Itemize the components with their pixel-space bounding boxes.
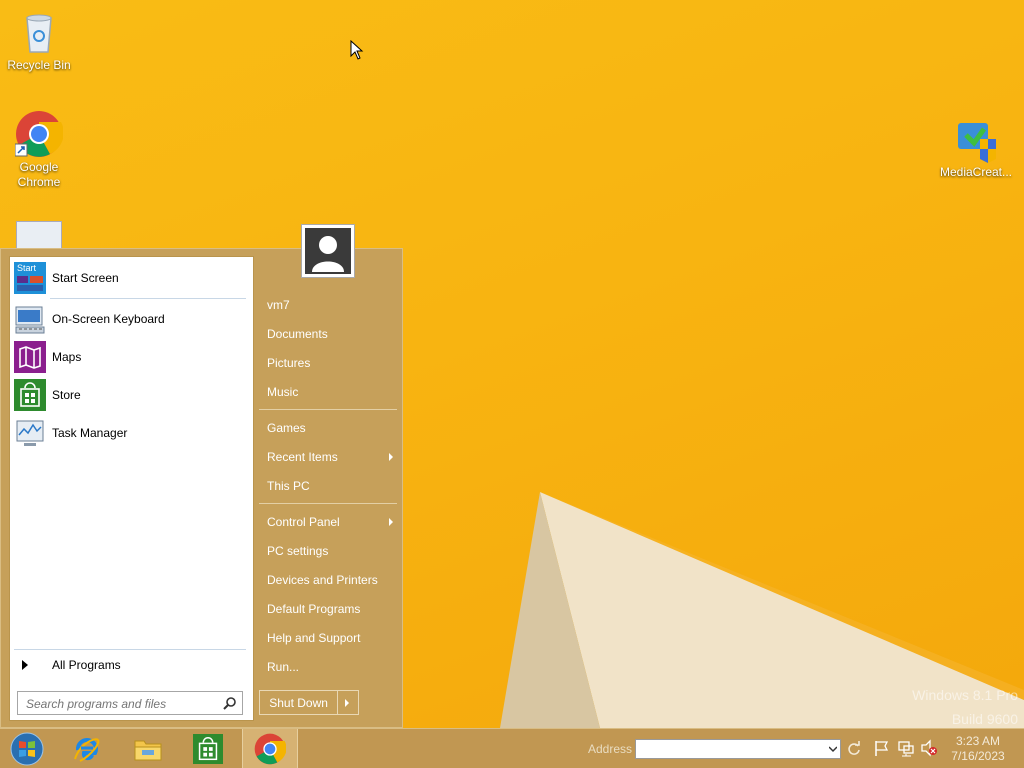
desktop-icon-label: Google Chrome: [17, 160, 61, 189]
menu-item-run[interactable]: Run...: [259, 654, 397, 680]
menu-item-user[interactable]: vm7: [259, 292, 397, 318]
menu-item-documents[interactable]: Documents: [259, 321, 397, 347]
address-input[interactable]: [639, 741, 823, 759]
menu-item-label: Run...: [267, 660, 300, 674]
clock-date: 7/16/2023: [951, 749, 1005, 763]
program-on-screen-keyboard[interactable]: On-Screen Keyboard: [14, 302, 250, 336]
clock-time: 3:23 AM: [955, 734, 1001, 748]
menu-item-label: Help and Support: [267, 631, 361, 645]
mouse-cursor-icon: [350, 40, 364, 60]
program-label: Store: [52, 388, 81, 402]
internet-explorer-icon: [74, 738, 100, 762]
program-label: Task Manager: [52, 426, 128, 440]
taskbar-store[interactable]: [180, 729, 236, 768]
program-label: Start Screen: [52, 271, 119, 285]
menu-item-help-support[interactable]: Help and Support: [259, 625, 397, 651]
menu-item-pc-settings[interactable]: PC settings: [259, 538, 397, 564]
store-icon: [193, 734, 223, 764]
chrome-icon: [254, 733, 286, 765]
desktop-icon-label: MediaCreat...: [939, 165, 1013, 179]
menu-item-this-pc[interactable]: This PC: [259, 473, 397, 499]
program-start-screen[interactable]: Start Start Screen: [14, 261, 250, 295]
chrome-icon: [14, 110, 64, 158]
menu-item-control-panel[interactable]: Control Panel: [259, 509, 397, 535]
menu-item-label: Recent Items: [267, 450, 338, 464]
menu-item-music[interactable]: Music: [259, 379, 397, 405]
menu-item-label: Music: [267, 385, 299, 399]
start-menu: Start Start Screen On-Screen Keyboard Ma…: [0, 248, 403, 728]
search-icon[interactable]: [223, 696, 237, 710]
settings-shortcut-icon[interactable]: [16, 221, 62, 251]
address-field[interactable]: [635, 739, 841, 759]
menu-item-games[interactable]: Games: [259, 415, 397, 441]
menu-item-recent-items[interactable]: Recent Items: [259, 444, 397, 470]
address-toolbar-label: Address: [588, 742, 633, 756]
watermark-edition: Windows 8.1 Pro: [912, 687, 1018, 703]
taskbar-internet-explorer[interactable]: [58, 729, 114, 768]
separator: [259, 503, 397, 504]
shutdown-button[interactable]: Shut Down: [260, 691, 339, 714]
shutdown-control: Shut Down: [259, 690, 359, 715]
program-store[interactable]: Store: [14, 378, 250, 412]
menu-item-label: vm7: [267, 298, 290, 312]
watermark-build: Build 9600: [951, 711, 1018, 727]
submenu-arrow-icon: [389, 453, 393, 461]
media-creation-shortcut[interactable]: MediaCreat...: [936, 115, 1016, 180]
refresh-icon[interactable]: [844, 739, 864, 759]
menu-item-label: This PC: [267, 479, 310, 493]
system-clock[interactable]: 3:23 AM 7/16/2023: [940, 734, 1016, 764]
start-button[interactable]: [6, 729, 48, 768]
menu-item-label: Default Programs: [267, 602, 361, 616]
maps-icon: [14, 341, 46, 373]
start-menu-programs-pane: Start Start Screen On-Screen Keyboard Ma…: [9, 256, 254, 721]
search-input[interactable]: [24, 693, 218, 715]
menu-item-label: Documents: [267, 327, 328, 341]
user-silhouette-icon: [312, 236, 344, 272]
all-programs-label: All Programs: [52, 658, 121, 672]
separator: [50, 298, 246, 299]
menu-item-label: PC settings: [267, 544, 329, 558]
recycle-bin-icon: [15, 8, 63, 56]
windows-orb-icon: [10, 732, 44, 766]
menu-item-label: Pictures: [267, 356, 311, 370]
taskbar-file-explorer[interactable]: [120, 729, 176, 768]
task-manager-icon: [14, 417, 46, 449]
start-screen-icon: Start: [14, 262, 46, 294]
taskbar-chrome[interactable]: [242, 729, 298, 768]
action-center-flag-icon[interactable]: [873, 739, 891, 757]
menu-item-default-programs[interactable]: Default Programs: [259, 596, 397, 622]
windows-watermark: Windows 8.1 Pro Build 9600: [912, 683, 1018, 728]
program-task-manager[interactable]: Task Manager: [14, 416, 250, 450]
program-label: Maps: [52, 350, 82, 364]
start-screen-badge: Start: [17, 263, 37, 273]
file-explorer-icon: [134, 740, 162, 761]
menu-item-label: Control Panel: [267, 515, 340, 529]
chrome-shortcut[interactable]: Google Chrome: [0, 110, 78, 190]
search-box[interactable]: [17, 691, 243, 715]
network-icon[interactable]: [897, 739, 915, 757]
desktop-icon-label: Recycle Bin: [7, 58, 71, 72]
keyboard-icon: [14, 303, 46, 335]
program-label: On-Screen Keyboard: [52, 312, 165, 326]
menu-item-label: Devices and Printers: [267, 573, 378, 587]
media-creation-tool-icon: [952, 115, 1000, 163]
expand-arrow-icon: [22, 660, 28, 670]
shutdown-options-button[interactable]: [338, 691, 358, 714]
submenu-arrow-icon: [389, 518, 393, 526]
separator: [259, 409, 397, 410]
store-icon: [14, 379, 46, 411]
taskbar: Address 3:23 AM 7/16/2023: [0, 728, 1024, 768]
menu-item-pictures[interactable]: Pictures: [259, 350, 397, 376]
all-programs-button[interactable]: All Programs: [14, 653, 250, 677]
separator: [14, 649, 246, 650]
menu-item-devices-printers[interactable]: Devices and Printers: [259, 567, 397, 593]
recycle-bin-shortcut[interactable]: Recycle Bin: [0, 8, 78, 73]
program-maps[interactable]: Maps: [14, 340, 250, 374]
menu-item-label: Games: [267, 421, 306, 435]
user-avatar[interactable]: [301, 224, 355, 278]
volume-muted-icon[interactable]: [920, 739, 938, 757]
chevron-down-icon[interactable]: [829, 745, 837, 753]
